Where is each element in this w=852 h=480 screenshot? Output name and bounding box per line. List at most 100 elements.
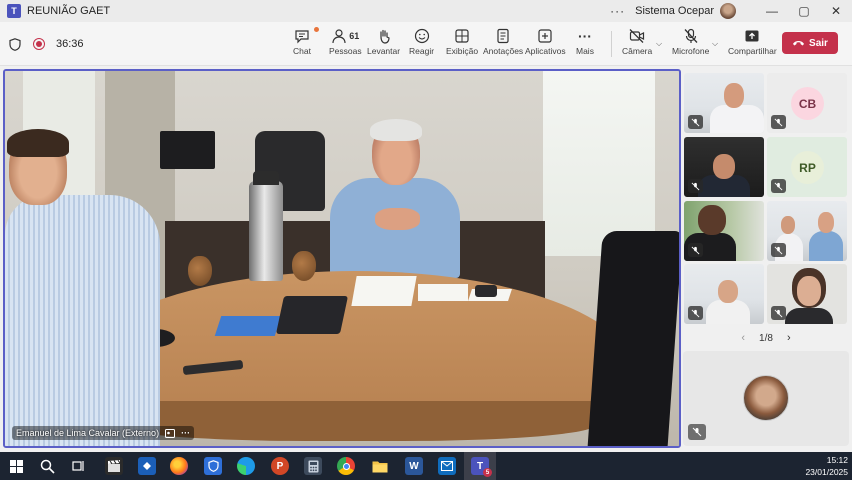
shield-app-icon[interactable] <box>204 457 222 475</box>
raise-hand-button[interactable]: Levantar <box>367 26 400 62</box>
hand-icon <box>376 26 392 46</box>
notes-label: Anotações <box>483 46 524 56</box>
microphone-options-chevron-icon[interactable]: ⌵ <box>712 39 718 49</box>
close-button[interactable]: ✕ <box>820 4 852 18</box>
muted-mic-icon <box>771 243 786 257</box>
participant-tile[interactable]: RP <box>767 137 847 197</box>
search-icon[interactable] <box>38 457 56 475</box>
title-bar: T REUNIÃO GAET ··· Sistema Ocepar — ▢ ✕ <box>0 0 852 22</box>
next-page-button[interactable]: › <box>787 332 791 344</box>
video-scene-keyboard <box>275 296 349 334</box>
add-app-icon <box>537 26 553 46</box>
muted-mic-icon <box>688 424 706 440</box>
profile-avatar[interactable] <box>720 3 736 19</box>
camera-button[interactable]: Câmera <box>622 26 652 62</box>
teams-icon[interactable]: T5 <box>471 457 492 477</box>
file-explorer-icon[interactable] <box>371 457 389 475</box>
muted-mic-icon <box>688 115 703 129</box>
page-indicator: 1/8 <box>759 332 773 344</box>
apps-label: Aplicativos <box>525 46 566 56</box>
speaker-name-tag: Emanuel de Lima Cavalar (Externo) ··· <box>12 426 195 440</box>
people-icon-wrap: 61 <box>331 26 359 46</box>
people-count: 61 <box>349 31 360 41</box>
video-person-speaking <box>330 119 460 283</box>
firefox-icon[interactable] <box>170 457 188 475</box>
clock-date: 23/01/2025 <box>805 467 848 477</box>
people-button[interactable]: 61 Pessoas <box>329 26 362 62</box>
grid-view-icon <box>454 26 470 46</box>
chat-button[interactable]: Chat <box>293 26 319 62</box>
leave-button[interactable]: Sair <box>782 32 838 54</box>
smiley-icon <box>414 26 430 46</box>
react-label: Reagir <box>409 46 435 56</box>
video-scene-thermos <box>249 171 283 281</box>
microphone-button[interactable]: Microfone <box>672 26 709 62</box>
edge-icon[interactable] <box>237 457 255 475</box>
teams-notification-badge: 5 <box>483 468 492 477</box>
share-label: Compartilhar <box>728 46 777 56</box>
app-blue-icon[interactable] <box>138 457 156 475</box>
organization-name[interactable]: Sistema Ocepar <box>635 5 714 17</box>
chat-label: Chat <box>293 46 311 56</box>
word-icon[interactable]: W <box>405 457 423 475</box>
clapperboard-icon[interactable] <box>105 457 123 475</box>
participant-tile[interactable] <box>684 201 764 261</box>
windows-taskbar: P W T5 15:12 23/01/2025 <box>0 452 852 480</box>
participant-tile[interactable] <box>684 137 764 197</box>
video-scene-phone <box>475 285 497 297</box>
shield-icon[interactable] <box>9 37 21 51</box>
leave-label: Sair <box>809 37 828 49</box>
speaker-more-button[interactable]: ··· <box>181 428 190 438</box>
muted-mic-icon <box>771 179 786 193</box>
meeting-toolbar: 36:36 Chat 61 Pessoas Levantar Reagir Ex… <box>0 22 852 66</box>
muted-mic-icon <box>771 306 786 320</box>
toolbar-separator <box>611 31 612 57</box>
camera-options-chevron-icon[interactable]: ⌵ <box>656 39 662 49</box>
video-person-left <box>5 129 160 446</box>
more-options-button[interactable]: ··· <box>610 4 625 18</box>
windows-start-icon[interactable] <box>7 457 25 475</box>
react-button[interactable]: Reagir <box>409 26 434 62</box>
outlook-icon[interactable] <box>438 457 456 475</box>
view-button[interactable]: Exibição <box>446 26 478 62</box>
system-clock[interactable]: 15:12 23/01/2025 <box>805 454 848 478</box>
participant-tile[interactable]: CB <box>767 73 847 133</box>
muted-mic-icon <box>688 179 703 193</box>
muted-mic-icon <box>688 243 703 257</box>
apps-button[interactable]: Aplicativos <box>525 26 566 62</box>
powerpoint-icon[interactable]: P <box>271 457 289 475</box>
people-icon <box>332 29 346 44</box>
participant-initials-avatar: RP <box>791 151 824 184</box>
self-view-tile[interactable] <box>683 351 849 446</box>
participant-tile[interactable] <box>684 264 764 324</box>
window-title: REUNIÃO GAET <box>27 5 111 17</box>
participant-tile[interactable] <box>767 201 847 261</box>
participant-tile[interactable] <box>684 73 764 133</box>
chat-notification-badge <box>313 27 319 32</box>
notes-button[interactable]: Anotações <box>483 26 523 62</box>
previous-page-button[interactable]: ‹ <box>741 332 745 344</box>
microphone-label: Microfone <box>672 46 710 56</box>
meeting-status: 36:36 <box>9 22 84 66</box>
maximize-button[interactable]: ▢ <box>788 4 820 18</box>
video-scene-gourd <box>188 256 212 286</box>
view-label: Exibição <box>446 46 479 56</box>
main-speaker-video[interactable]: Emanuel de Lima Cavalar (Externo) ··· <box>3 69 681 448</box>
minimize-button[interactable]: — <box>756 4 788 18</box>
more-label: Mais <box>576 46 594 56</box>
hang-up-icon <box>793 41 805 46</box>
chrome-icon[interactable] <box>337 457 355 475</box>
participant-tile[interactable] <box>767 264 847 324</box>
task-view-icon[interactable] <box>70 457 88 475</box>
speaker-name: Emanuel de Lima Cavalar (Externo) <box>16 428 160 438</box>
muted-mic-icon <box>771 115 786 129</box>
participant-initials-avatar: CB <box>791 87 824 120</box>
camera-off-icon <box>629 26 645 46</box>
share-screen-icon <box>744 26 760 46</box>
notes-icon <box>495 26 511 46</box>
share-button[interactable]: Compartilhar <box>728 26 777 62</box>
calculator-icon[interactable] <box>304 457 322 475</box>
more-button[interactable]: ··· Mais <box>576 26 594 62</box>
camera-label: Câmera <box>622 46 653 56</box>
people-label: Pessoas <box>329 46 362 56</box>
